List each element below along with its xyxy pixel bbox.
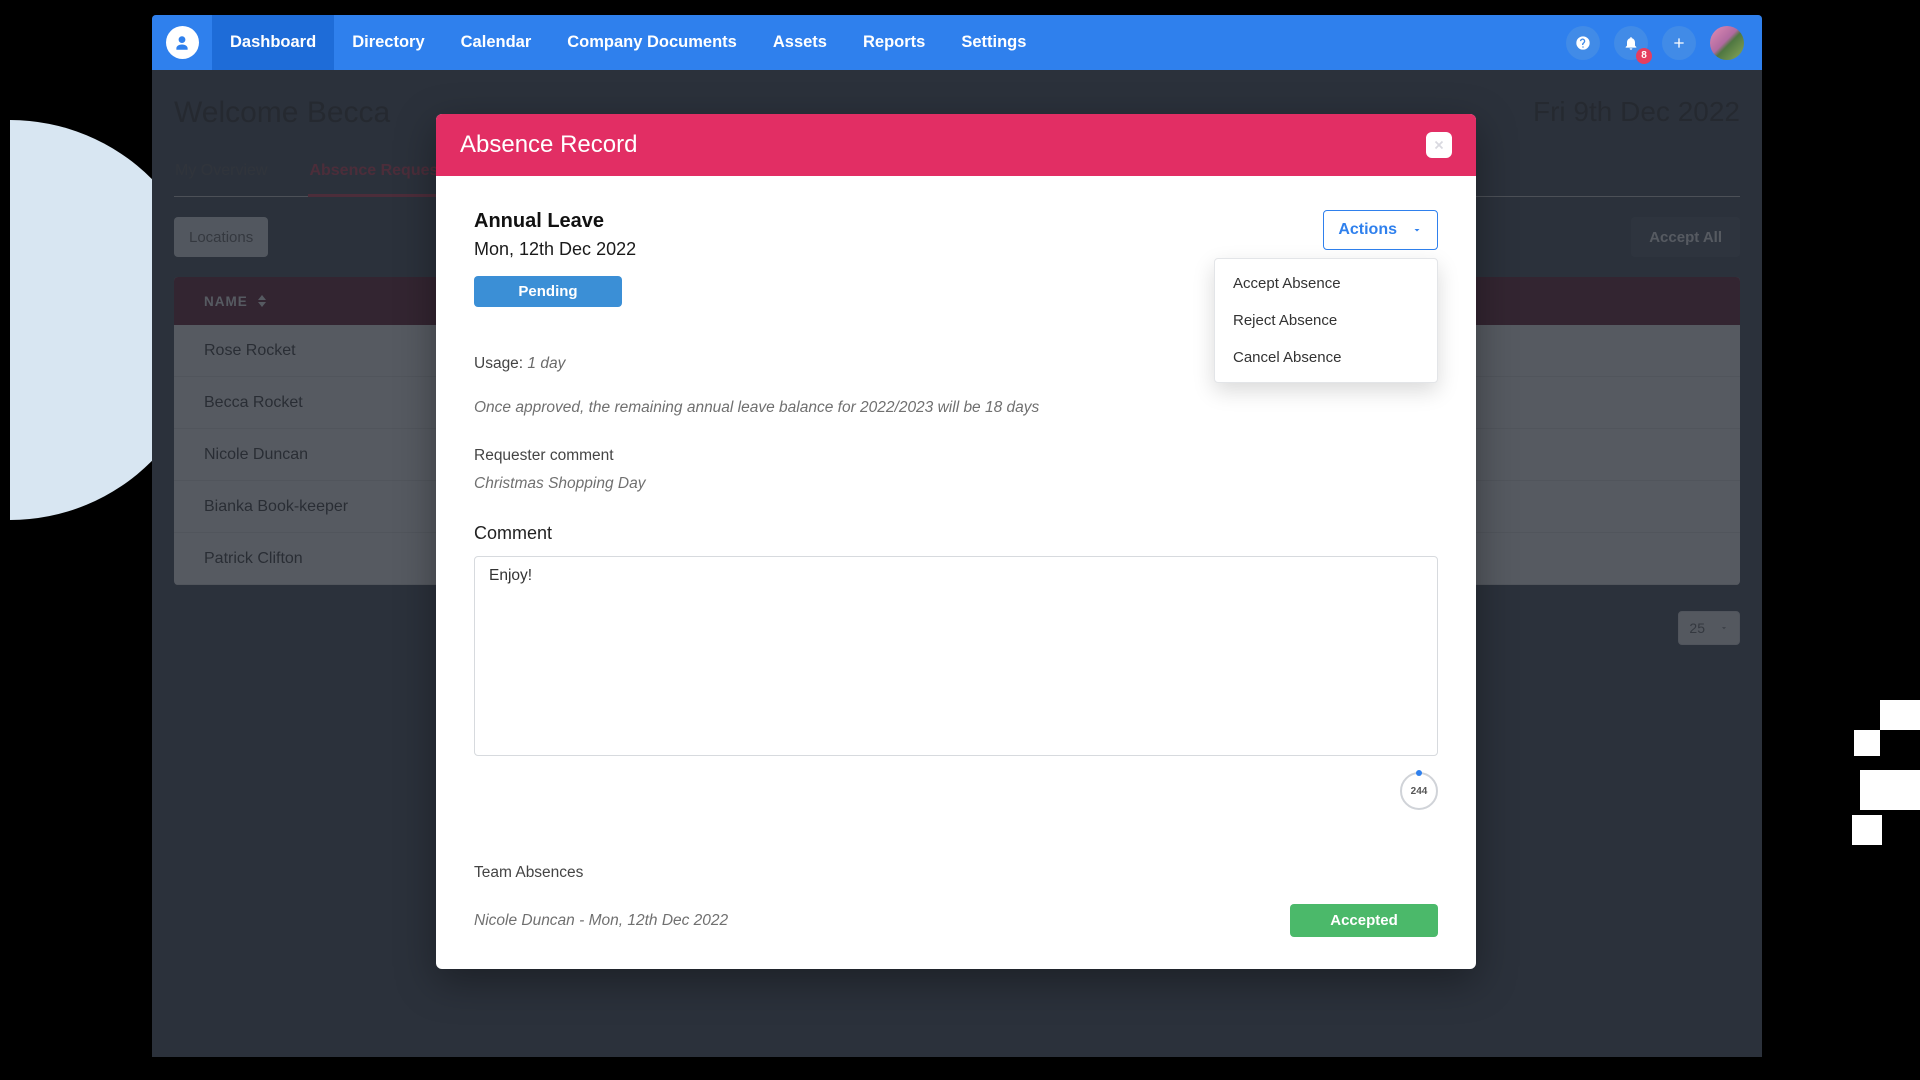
team-absences-label: Team Absences xyxy=(474,864,1438,882)
notifications-icon[interactable]: 8 xyxy=(1614,26,1648,60)
actions-button-label: Actions xyxy=(1338,221,1397,239)
nav-assets[interactable]: Assets xyxy=(755,15,845,70)
top-nav: Dashboard Directory Calendar Company Doc… xyxy=(152,15,1762,70)
modal-title: Absence Record xyxy=(460,131,637,159)
absence-record-modal: Absence Record Annual Leave Mon, 12th De… xyxy=(436,114,1476,969)
actions-button[interactable]: Actions xyxy=(1323,210,1438,250)
actions-dropdown: Accept Absence Reject Absence Cancel Abs… xyxy=(1214,258,1438,383)
requester-comment-value: Christmas Shopping Day xyxy=(474,475,1438,493)
logo[interactable] xyxy=(152,26,212,59)
notifications-badge: 8 xyxy=(1636,48,1652,64)
decor-pixels-right xyxy=(1810,700,1920,880)
balance-note: Once approved, the remaining annual leav… xyxy=(474,399,1438,417)
nav-reports[interactable]: Reports xyxy=(845,15,943,70)
status-accepted-badge: Accepted xyxy=(1290,904,1438,937)
comment-textarea[interactable] xyxy=(474,556,1438,756)
nav-directory[interactable]: Directory xyxy=(334,15,442,70)
nav-company-documents[interactable]: Company Documents xyxy=(549,15,755,70)
modal-header: Absence Record xyxy=(436,114,1476,176)
requester-comment-label: Requester comment xyxy=(474,447,1438,465)
action-reject-absence[interactable]: Reject Absence xyxy=(1215,302,1437,339)
chevron-down-icon xyxy=(1411,224,1423,236)
comment-label: Comment xyxy=(474,523,1438,544)
team-absence-entry: Nicole Duncan - Mon, 12th Dec 2022 xyxy=(474,912,728,930)
char-counter: 244 xyxy=(1400,772,1438,810)
status-pending-badge: Pending xyxy=(474,276,622,307)
action-cancel-absence[interactable]: Cancel Absence xyxy=(1215,339,1437,376)
nav-calendar[interactable]: Calendar xyxy=(443,15,550,70)
nav-dashboard[interactable]: Dashboard xyxy=(212,15,334,70)
action-accept-absence[interactable]: Accept Absence xyxy=(1215,265,1437,302)
add-icon[interactable] xyxy=(1662,26,1696,60)
close-icon xyxy=(1432,138,1446,152)
modal-body: Annual Leave Mon, 12th Dec 2022 Pending … xyxy=(436,176,1476,969)
modal-close-button[interactable] xyxy=(1426,132,1452,158)
usage-label: Usage: xyxy=(474,355,527,372)
nav-settings[interactable]: Settings xyxy=(943,15,1044,70)
app-window: Dashboard Directory Calendar Company Doc… xyxy=(152,15,1762,1057)
user-avatar[interactable] xyxy=(1710,26,1744,60)
logo-icon xyxy=(166,26,199,59)
usage-value: 1 day xyxy=(527,355,565,372)
absence-date: Mon, 12th Dec 2022 xyxy=(474,239,636,260)
absence-type: Annual Leave xyxy=(474,210,636,233)
help-icon[interactable] xyxy=(1566,26,1600,60)
